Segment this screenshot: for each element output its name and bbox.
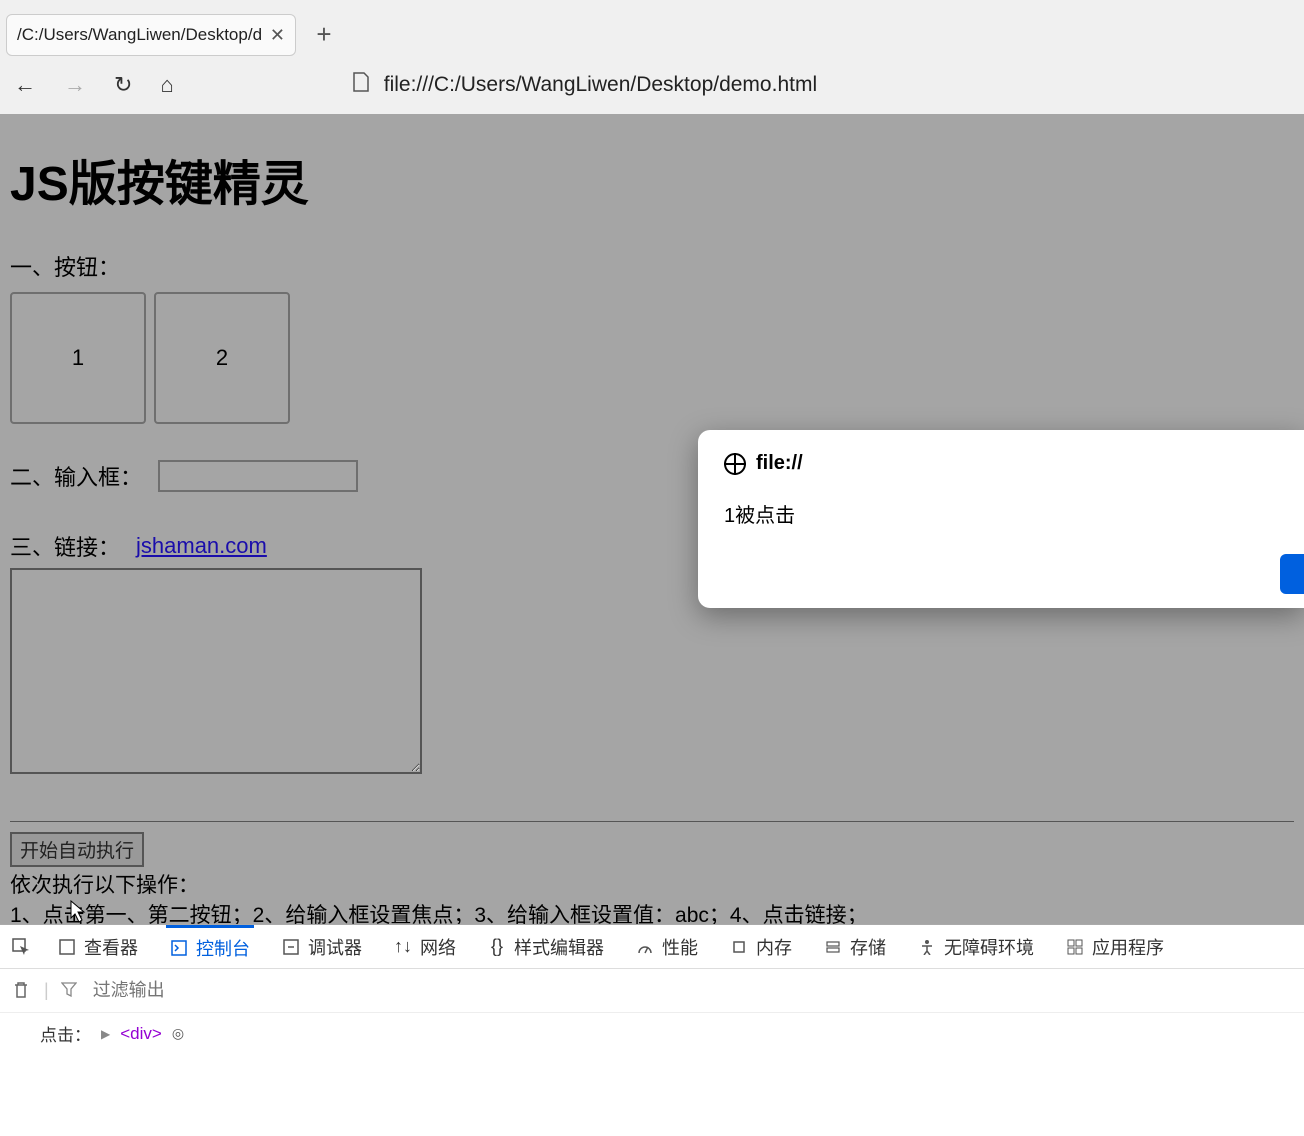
memory-icon [730,938,748,956]
button-group: 1 2 [10,292,1294,424]
browser-tab[interactable]: /C:/Users/WangLiwen/Desktop/d ✕ [6,14,296,56]
expand-icon[interactable]: ▶ [101,1027,110,1041]
devtools-panel: 查看器 控制台 调试器 ↑↓ 网络 {} 样式编辑器 性能 内存 存储 [0,924,1304,1136]
accessibility-icon [918,938,936,956]
nav-bar: ← → ↻ ⌂ file:///C:/Users/WangLiwen/Deskt… [0,56,1304,114]
alert-dialog: file:// 1被点击 [698,430,1304,608]
debugger-icon [282,938,300,956]
reload-icon[interactable]: ↻ [114,72,132,98]
globe-icon [724,453,746,475]
ops-title: 依次执行以下操作： [10,871,1294,901]
url-text: file:///C:/Users/WangLiwen/Desktop/demo.… [384,73,817,97]
application-icon [1066,938,1084,956]
link-label: 三、链接： [10,530,120,562]
tab-title: /C:/Users/WangLiwen/Desktop/d [17,25,262,45]
tab-console[interactable]: 控制台 [166,925,254,968]
console-output-line[interactable]: 点击： ▶ <div> ◎ [0,1013,1304,1054]
page-title: JS版按键精灵 [10,144,1294,214]
divider [10,821,1294,822]
network-icon: ↑↓ [394,938,412,956]
address-bar[interactable]: file:///C:/Users/WangLiwen/Desktop/demo.… [352,72,817,98]
input-label: 二、输入框： [10,460,142,492]
demo-link[interactable]: jshaman.com [136,533,267,559]
operations-text: 依次执行以下操作： 1、点击第一、第二按钮；2、给输入框设置焦点；3、给输入框设… [10,871,1294,932]
tab-memory[interactable]: 内存 [726,925,796,968]
performance-icon [636,938,654,956]
tab-application[interactable]: 应用程序 [1062,925,1168,968]
file-icon [352,72,370,98]
browser-chrome: /C:/Users/WangLiwen/Desktop/d ✕ + ← → ↻ … [0,0,1304,114]
tab-inspector[interactable]: 查看器 [54,925,142,968]
tab-performance[interactable]: 性能 [632,925,702,968]
console-icon [170,939,188,957]
inspector-icon [58,938,76,956]
style-editor-icon: {} [488,938,506,956]
alert-title: file:// [724,452,1278,475]
auto-run-button[interactable]: 开始自动执行 [10,832,144,867]
console-label: 点击： [40,1021,91,1046]
trash-icon[interactable] [12,981,32,1001]
filter-input[interactable] [93,980,325,1001]
back-icon[interactable]: ← [14,72,36,98]
text-input[interactable] [158,460,358,492]
alert-message: 1被点击 [724,499,1278,528]
target-icon[interactable]: ◎ [172,1025,184,1042]
storage-icon [824,938,842,956]
filter-icon[interactable] [61,981,81,1001]
console-element-tag: <div> [120,1024,162,1044]
forward-icon: → [64,72,86,98]
section-buttons-label: 一、按钮： [10,250,1294,282]
new-tab-button[interactable]: + [306,19,342,50]
tab-debugger[interactable]: 调试器 [278,925,366,968]
devtools-tabs: 查看器 控制台 调试器 ↑↓ 网络 {} 样式编辑器 性能 内存 存储 [0,925,1304,969]
alert-origin: file:// [756,452,803,475]
devtools-filter-row: | [0,969,1304,1013]
alert-ok-button[interactable] [1280,554,1304,594]
button-1[interactable]: 1 [10,292,146,424]
tab-style-editor[interactable]: {} 样式编辑器 [484,925,608,968]
tab-network[interactable]: ↑↓ 网络 [390,925,460,968]
element-picker-icon[interactable] [12,938,30,956]
button-2[interactable]: 2 [154,292,290,424]
textarea[interactable] [10,568,422,774]
close-tab-icon[interactable]: ✕ [270,25,285,46]
home-icon[interactable]: ⌂ [160,72,173,98]
tab-accessibility[interactable]: 无障碍环境 [914,925,1038,968]
tab-bar: /C:/Users/WangLiwen/Desktop/d ✕ + [0,0,1304,56]
tab-storage[interactable]: 存储 [820,925,890,968]
